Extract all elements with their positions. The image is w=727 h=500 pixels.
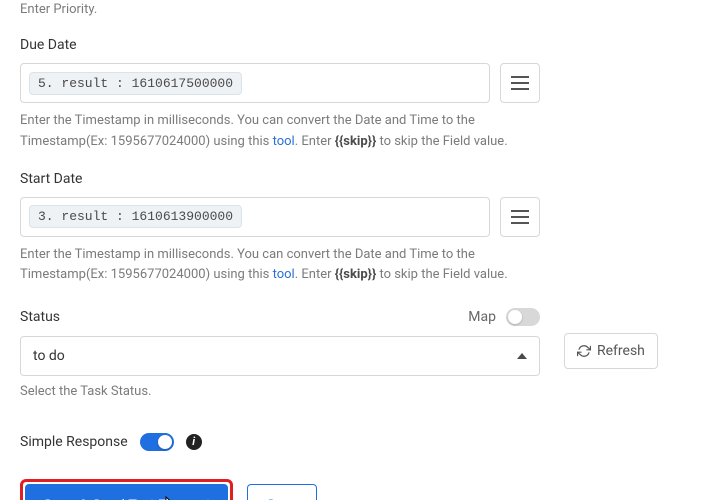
start-date-input[interactable]: 3. result : 1610613900000 <box>20 197 490 237</box>
simple-response-label: Simple Response <box>20 434 128 450</box>
hamburger-icon <box>511 210 529 224</box>
refresh-icon <box>577 344 591 358</box>
save-send-test-button[interactable]: Save & Send Test Request <box>25 484 228 500</box>
due-date-input[interactable]: 5. result : 1610617500000 <box>20 63 490 103</box>
start-date-helper: Enter the Timestamp in milliseconds. You… <box>20 245 540 287</box>
toggle-knob <box>158 435 172 449</box>
map-toggle[interactable] <box>506 308 540 326</box>
start-date-skip: {{skip}} <box>335 267 377 282</box>
due-date-tool-link[interactable]: tool <box>273 134 295 149</box>
status-helper: Select the Task Status. <box>20 382 540 403</box>
simple-response-toggle[interactable] <box>140 433 174 451</box>
due-date-menu-button[interactable] <box>500 63 540 103</box>
refresh-button[interactable]: Refresh <box>564 333 658 369</box>
priority-helper: Enter Priority. <box>20 0 707 19</box>
start-date-helper-post: to skip the Field value. <box>376 267 507 282</box>
due-date-helper-mid: . Enter <box>295 134 335 149</box>
start-date-helper-mid: . Enter <box>295 267 335 282</box>
status-label: Status <box>20 309 60 325</box>
info-icon[interactable]: i <box>186 434 202 450</box>
primary-highlight: Save & Send Test Request <box>20 479 233 500</box>
start-date-tool-link[interactable]: tool <box>273 267 295 282</box>
start-date-token[interactable]: 3. result : 1610613900000 <box>29 205 242 228</box>
start-date-label: Start Date <box>20 171 707 187</box>
map-label: Map <box>468 309 496 325</box>
status-value: to do <box>33 348 65 364</box>
due-date-token[interactable]: 5. result : 1610617500000 <box>29 72 242 95</box>
toggle-knob <box>508 310 522 324</box>
refresh-label: Refresh <box>597 343 645 359</box>
hamburger-icon <box>511 76 529 90</box>
start-date-menu-button[interactable] <box>500 197 540 237</box>
due-date-helper-post: to skip the Field value. <box>376 134 507 149</box>
primary-button-label: Save & Send Test Request <box>43 496 210 500</box>
save-button[interactable]: Save <box>247 484 317 500</box>
caret-up-icon <box>517 353 527 359</box>
due-date-helper: Enter the Timestamp in milliseconds. You… <box>20 111 540 153</box>
status-select[interactable]: to do <box>20 336 540 376</box>
due-date-label: Due Date <box>20 37 707 53</box>
due-date-skip: {{skip}} <box>335 134 377 149</box>
